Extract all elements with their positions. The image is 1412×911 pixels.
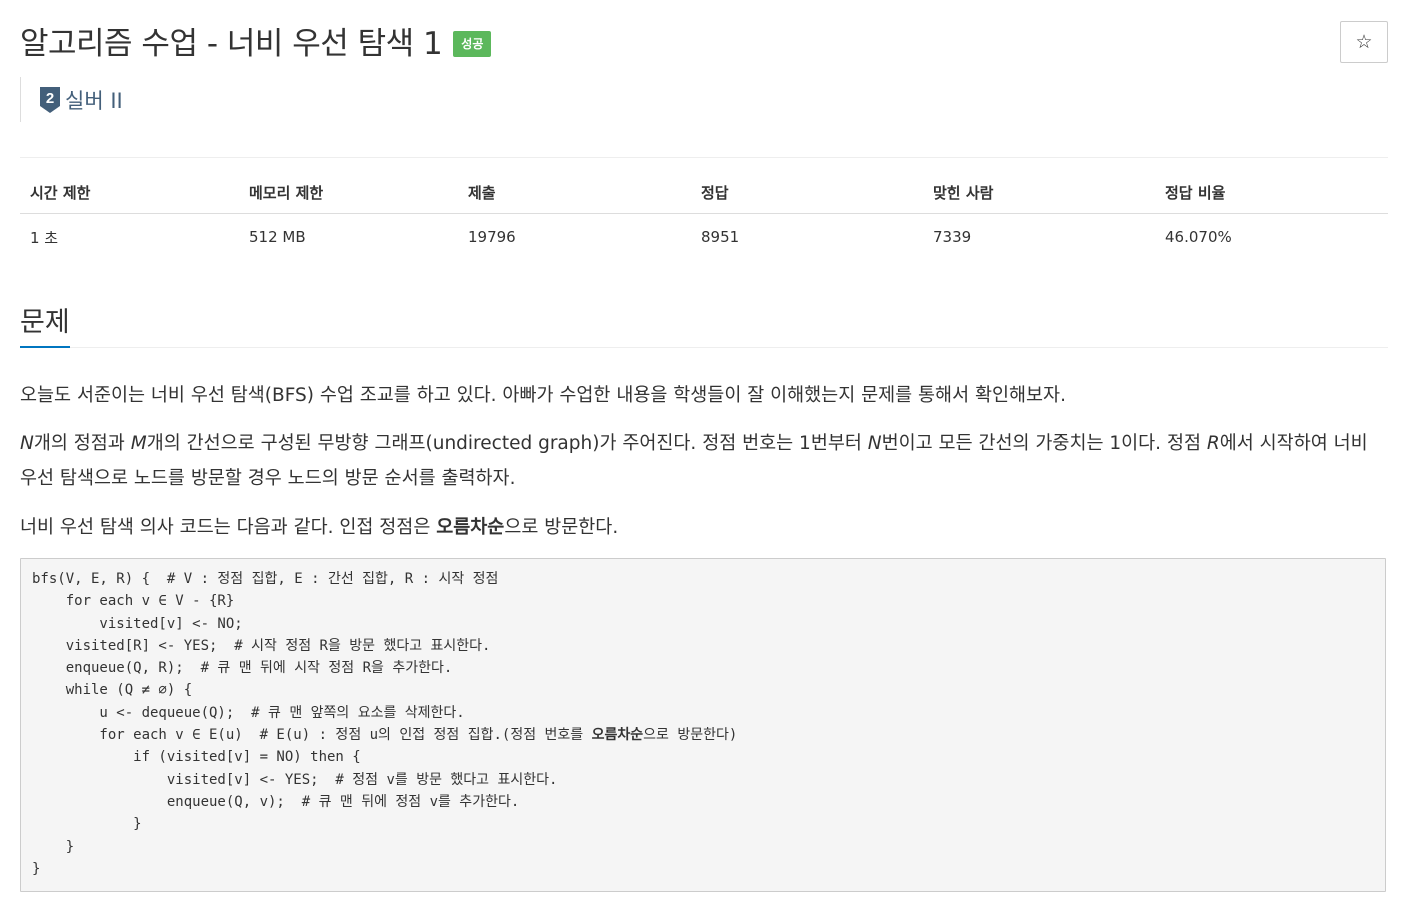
- section-title: 문제: [20, 300, 70, 348]
- p2-text-3: 번이고 모든 간선의 가중치는 1이다. 정점: [881, 433, 1207, 454]
- code-line: if (visited[v] = NO) then {: [32, 749, 361, 766]
- status-badge: 성공: [453, 30, 492, 57]
- header-submissions: 제출: [458, 182, 691, 214]
- info-table: 시간 제한 메모리 제한 제출 정답 맞힌 사람 정답 비율 1 초 512 M…: [20, 182, 1388, 248]
- code-line: }: [32, 860, 41, 877]
- code-line: bfs(V, E, R) { # V : 정점 집합, E : 간선 집합, R…: [32, 571, 499, 587]
- code-line: enqueue(Q, v); # 큐 맨 뒤에 정점 v를 추가한다.: [32, 793, 520, 810]
- star-icon: ☆: [1355, 31, 1373, 53]
- silver-tier-icon: 2: [40, 87, 60, 113]
- star-button[interactable]: ☆: [1340, 21, 1388, 63]
- value-memory-limit: 512 MB: [249, 228, 306, 246]
- problem-page: 알고리즘 수업 - 너비 우선 탐색 1 성공 ☆ 2 실버 II 시간 제한 …: [0, 0, 1412, 911]
- code-line: for each v ∈ V - {R}: [32, 593, 235, 610]
- divider: [20, 157, 1388, 158]
- problem-title: 알고리즘 수업 - 너비 우선 탐색 1: [20, 26, 443, 62]
- code-line: for each v ∈ E(u) # E(u) : 정점 u의 인접 정점 집…: [32, 724, 1374, 746]
- problem-section-header: 문제: [20, 300, 1388, 348]
- code-line: visited[R] <- YES; # 시작 정점 R을 방문 했다고 표시한…: [32, 637, 491, 654]
- pseudo-code-block: bfs(V, E, R) { # V : 정점 집합, E : 간선 집합, R…: [20, 558, 1386, 892]
- var-n: N: [20, 433, 34, 454]
- p2-text-1: 개의 정점과: [33, 433, 131, 454]
- title-row: 알고리즘 수업 - 너비 우선 탐색 1 성공: [20, 18, 492, 63]
- var-m: M: [130, 433, 147, 454]
- tier-link[interactable]: 실버 II: [65, 85, 123, 115]
- code-line: enqueue(Q, R); # 큐 맨 뒤에 시작 정점 R을 추가한다.: [32, 660, 453, 677]
- code-line: }: [32, 816, 142, 833]
- code-line: visited[v] <- NO;: [32, 615, 243, 632]
- header-ratio: 정답 비율: [1155, 182, 1388, 214]
- value-solvers[interactable]: 7339: [923, 214, 1155, 249]
- header-time-limit: 시간 제한: [20, 182, 239, 214]
- code-line-8-bold: 오름차순: [591, 727, 644, 744]
- value-ratio: 46.070%: [1165, 228, 1232, 246]
- code-line: u <- dequeue(Q); # 큐 맨 앞쪽의 요소를 삭제한다.: [32, 704, 465, 721]
- code-line: }: [32, 838, 75, 855]
- tier-level: 2: [46, 90, 54, 107]
- header-solvers: 맞힌 사람: [923, 182, 1155, 214]
- p3-text-2: 으로 방문한다.: [504, 517, 619, 538]
- code-line-8-tail: 으로 방문한다): [643, 727, 738, 744]
- code-line: while (Q ≠ ∅) {: [32, 682, 193, 699]
- value-accepted[interactable]: 8951: [691, 214, 923, 249]
- value-time-limit: 1 초: [30, 228, 59, 247]
- problem-paragraph-3: 너비 우선 탐색 의사 코드는 다음과 같다. 인접 정점은 오름차순으로 방문…: [20, 510, 1390, 545]
- tier-block: 2 실버 II: [20, 77, 123, 122]
- header-accepted: 정답: [691, 182, 923, 214]
- var-r: R: [1206, 433, 1220, 454]
- info-value-row: 1 초 512 MB 19796 8951 7339 46.070%: [20, 214, 1388, 249]
- info-header-row: 시간 제한 메모리 제한 제출 정답 맞힌 사람 정답 비율: [20, 182, 1388, 214]
- p2-text-2: 개의 간선으로 구성된 무방향 그래프(undirected graph)가 주…: [146, 433, 868, 454]
- value-submissions[interactable]: 19796: [458, 214, 691, 249]
- header-memory-limit: 메모리 제한: [239, 182, 458, 214]
- problem-paragraph-2: N개의 정점과 M개의 간선으로 구성된 무방향 그래프(undirected …: [20, 426, 1390, 496]
- code-line-8-head: for each v ∈ E(u) # E(u) : 정점 u의 인접 정점 집…: [32, 727, 592, 744]
- var-n-2: N: [867, 433, 882, 454]
- problem-paragraph-1: 오늘도 서준이는 너비 우선 탐색(BFS) 수업 조교를 하고 있다. 아빠가…: [20, 385, 1066, 406]
- p3-bold: 오름차순: [436, 517, 505, 538]
- p3-text-1: 너비 우선 탐색 의사 코드는 다음과 같다. 인접 정점은: [20, 517, 437, 538]
- code-line: visited[v] <- YES; # 정점 v를 방문 했다고 표시한다.: [32, 771, 558, 788]
